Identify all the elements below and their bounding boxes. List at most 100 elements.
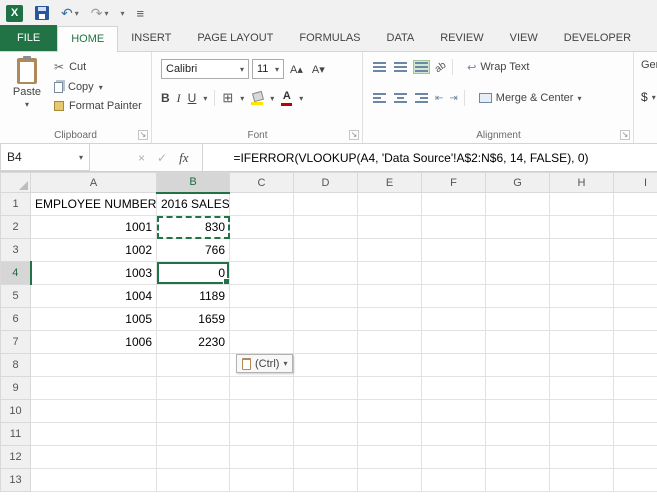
cell-B4[interactable]: 0 — [157, 262, 230, 285]
tab-file[interactable]: FILE — [0, 25, 57, 51]
cell-C2[interactable] — [230, 216, 294, 239]
cell-I6[interactable] — [614, 308, 657, 331]
select-all-button[interactable] — [1, 173, 31, 193]
font-color-button[interactable]: A — [281, 91, 292, 106]
orientation-button[interactable]: ab — [433, 59, 448, 74]
cell-E3[interactable] — [358, 239, 422, 262]
font-name-combobox[interactable]: Calibri ▾ — [161, 59, 249, 79]
format-painter-button[interactable]: Format Painter — [54, 100, 142, 112]
cell-A5[interactable]: 1004 — [31, 285, 157, 308]
cell-I7[interactable] — [614, 331, 657, 354]
cell-G12[interactable] — [486, 446, 550, 469]
cell-F6[interactable] — [422, 308, 486, 331]
tab-data[interactable]: DATA — [374, 26, 428, 51]
cell-I9[interactable] — [614, 377, 657, 400]
bottom-align-button[interactable] — [414, 61, 429, 73]
cell-G2[interactable] — [486, 216, 550, 239]
column-header-I[interactable]: I — [614, 173, 657, 193]
cell-C9[interactable] — [230, 377, 294, 400]
row-header-8[interactable]: 8 — [1, 354, 31, 377]
paste-dropdown-icon[interactable]: ▾ — [25, 100, 29, 109]
cell-G11[interactable] — [486, 423, 550, 446]
undo-button[interactable]: ↶▾ — [61, 5, 79, 22]
cell-E13[interactable] — [358, 469, 422, 492]
row-header-10[interactable]: 10 — [1, 400, 31, 423]
cell-C1[interactable] — [230, 193, 294, 216]
cell-I13[interactable] — [614, 469, 657, 492]
cell-E7[interactable] — [358, 331, 422, 354]
cell-E8[interactable] — [358, 354, 422, 377]
fill-color-dropdown-icon[interactable]: ▾ — [270, 94, 274, 103]
cell-B13[interactable] — [157, 469, 230, 492]
cell-H7[interactable] — [550, 331, 614, 354]
cell-B9[interactable] — [157, 377, 230, 400]
cell-F10[interactable] — [422, 400, 486, 423]
cell-A8[interactable] — [31, 354, 157, 377]
cell-I5[interactable] — [614, 285, 657, 308]
font-dialog-launcher-icon[interactable]: ↘ — [349, 130, 359, 140]
cell-G1[interactable] — [486, 193, 550, 216]
row-header-2[interactable]: 2 — [1, 216, 31, 239]
cell-D12[interactable] — [294, 446, 358, 469]
cell-H1[interactable] — [550, 193, 614, 216]
cell-D3[interactable] — [294, 239, 358, 262]
cell-H13[interactable] — [550, 469, 614, 492]
cell-F3[interactable] — [422, 239, 486, 262]
cell-G6[interactable] — [486, 308, 550, 331]
cell-I12[interactable] — [614, 446, 657, 469]
cell-D1[interactable] — [294, 193, 358, 216]
cell-H5[interactable] — [550, 285, 614, 308]
cell-A10[interactable] — [31, 400, 157, 423]
borders-button[interactable]: ⊞ — [222, 90, 233, 106]
column-header-C[interactable]: C — [230, 173, 294, 193]
row-header-13[interactable]: 13 — [1, 469, 31, 492]
cell-F9[interactable] — [422, 377, 486, 400]
cancel-icon[interactable]: × — [138, 151, 145, 165]
cell-B1[interactable]: 2016 SALES — [157, 193, 230, 216]
column-header-G[interactable]: G — [486, 173, 550, 193]
cell-H3[interactable] — [550, 239, 614, 262]
tab-insert[interactable]: INSERT — [118, 26, 184, 51]
cell-B6[interactable]: 1659 — [157, 308, 230, 331]
decrease-font-size-button[interactable]: A▾ — [309, 62, 328, 77]
cell-H8[interactable] — [550, 354, 614, 377]
cell-G5[interactable] — [486, 285, 550, 308]
cell-A2[interactable]: 1001 — [31, 216, 157, 239]
cell-C4[interactable] — [230, 262, 294, 285]
cell-F7[interactable] — [422, 331, 486, 354]
cell-E4[interactable] — [358, 262, 422, 285]
number-format-combobox[interactable]: Gen — [641, 59, 657, 71]
cell-E9[interactable] — [358, 377, 422, 400]
cell-F11[interactable] — [422, 423, 486, 446]
cell-C5[interactable] — [230, 285, 294, 308]
align-left-button[interactable] — [372, 92, 387, 104]
cell-A12[interactable] — [31, 446, 157, 469]
cell-B11[interactable] — [157, 423, 230, 446]
cell-A7[interactable]: 1006 — [31, 331, 157, 354]
cell-I1[interactable] — [614, 193, 657, 216]
fill-color-button[interactable] — [251, 92, 263, 105]
cell-E11[interactable] — [358, 423, 422, 446]
cell-G7[interactable] — [486, 331, 550, 354]
cell-D7[interactable] — [294, 331, 358, 354]
cell-F8[interactable] — [422, 354, 486, 377]
paste-button[interactable]: Paste ▾ — [6, 58, 48, 128]
cell-B7[interactable]: 2230 — [157, 331, 230, 354]
redo-dropdown-icon[interactable]: ▾ — [104, 9, 108, 18]
underline-dropdown-icon[interactable]: ▾ — [203, 94, 207, 103]
row-header-3[interactable]: 3 — [1, 239, 31, 262]
cell-C7[interactable] — [230, 331, 294, 354]
cell-G3[interactable] — [486, 239, 550, 262]
middle-align-button[interactable] — [393, 61, 408, 73]
cell-C11[interactable] — [230, 423, 294, 446]
cell-F5[interactable] — [422, 285, 486, 308]
cell-E6[interactable] — [358, 308, 422, 331]
cell-I2[interactable] — [614, 216, 657, 239]
top-align-button[interactable] — [372, 61, 387, 73]
increase-font-size-button[interactable]: A▴ — [287, 62, 306, 77]
customize-qat-button[interactable]: ▾ — [121, 9, 125, 18]
row-header-5[interactable]: 5 — [1, 285, 31, 308]
ribbon-display-options-button[interactable]: ≡ — [137, 6, 145, 21]
bold-button[interactable]: B — [161, 91, 170, 105]
cell-A11[interactable] — [31, 423, 157, 446]
